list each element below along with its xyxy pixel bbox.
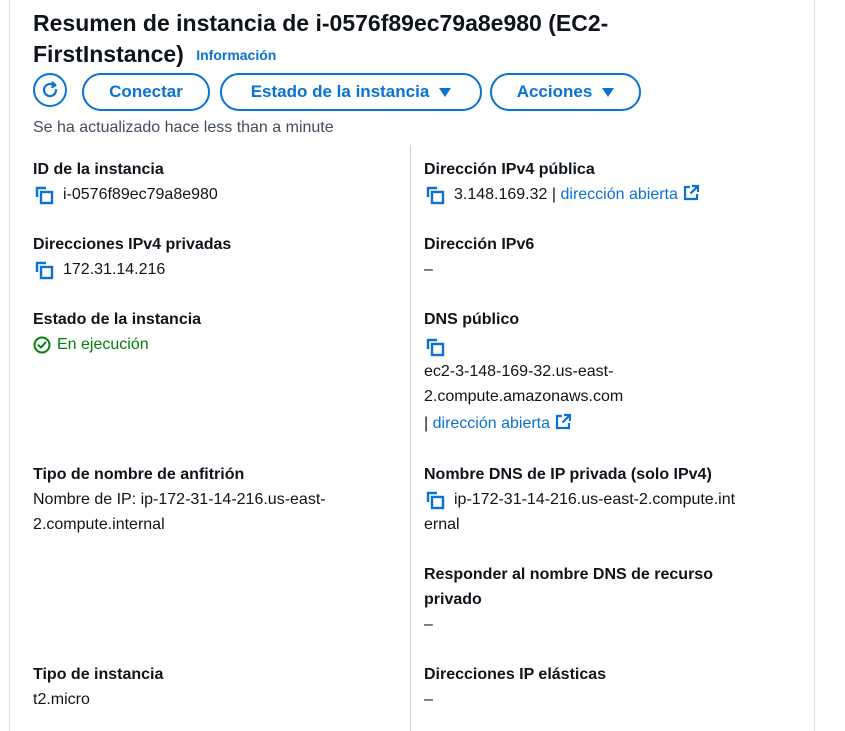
instance-state-field: Estado de la instancia En ejecución xyxy=(33,307,201,357)
private-ipv4-value: 172.31.14.216 xyxy=(63,261,166,278)
resource-dns-label-line1: Responder al nombre DNS de recurso xyxy=(424,566,713,583)
instance-id-label: ID de la instancia xyxy=(33,161,164,178)
elastic-ip-value: – xyxy=(424,691,433,708)
hostname-type-value-line2: 2.compute.internal xyxy=(33,516,165,533)
private-dns-field: Nombre DNS de IP privada (solo IPv4) ip-… xyxy=(424,462,735,537)
copy-icon[interactable] xyxy=(424,184,446,206)
hostname-type-label: Tipo de nombre de anfitrión xyxy=(33,466,245,483)
instance-state-label: Estado de la instancia xyxy=(250,82,430,101)
private-dns-label: Nombre DNS de IP privada (solo IPv4) xyxy=(424,466,712,483)
hostname-type-field: Tipo de nombre de anfitrión Nombre de IP… xyxy=(33,462,326,537)
external-link-icon[interactable] xyxy=(682,184,700,202)
public-dns-field: DNS público ec2-3-148-169-32.us-east- 2.… xyxy=(424,307,623,436)
instance-type-field: Tipo de instancia t2.micro xyxy=(33,662,163,712)
instance-type-value: t2.micro xyxy=(33,691,90,708)
page-title: Resumen de instancia de i-0576f89ec79a8e… xyxy=(33,8,673,71)
copy-icon[interactable] xyxy=(424,336,446,358)
copy-icon[interactable] xyxy=(33,184,55,206)
elastic-ip-field: Direcciones IP elásticas – xyxy=(424,662,606,712)
external-link-icon[interactable] xyxy=(554,413,572,431)
public-dns-label: DNS público xyxy=(424,311,520,328)
separator: | xyxy=(424,415,429,432)
private-ipv4-label: Direcciones IPv4 privadas xyxy=(33,236,232,253)
copy-icon[interactable] xyxy=(33,259,55,281)
public-ipv4-field: Dirección IPv4 pública 3.148.169.32 | di… xyxy=(424,157,700,207)
open-address-link[interactable]: dirección abierta xyxy=(560,186,677,203)
refresh-icon xyxy=(42,81,58,98)
open-address-link[interactable]: dirección abierta xyxy=(433,415,550,432)
connect-button[interactable]: Conectar xyxy=(82,73,210,111)
refresh-button[interactable] xyxy=(33,73,67,107)
actions-dropdown[interactable]: Acciones xyxy=(490,73,641,111)
private-ipv4-field: Direcciones IPv4 privadas 172.31.14.216 xyxy=(33,232,231,282)
instance-id-value: i-0576f89ec79a8e980 xyxy=(63,186,218,203)
page-title-text: Resumen de instancia de i-0576f89ec79a8e… xyxy=(33,10,609,67)
caret-down-icon xyxy=(439,87,452,97)
ipv6-value: – xyxy=(424,261,433,278)
public-dns-value-line2: 2.compute.amazonaws.com xyxy=(424,388,624,405)
public-dns-value-line1: ec2-3-148-169-32.us-east- xyxy=(424,363,614,380)
instance-id-field: ID de la instancia i-0576f89ec79a8e980 xyxy=(33,157,218,207)
separator: | xyxy=(551,186,557,203)
instance-state-dropdown[interactable]: Estado de la instancia xyxy=(220,73,482,111)
instance-state-field-label: Estado de la instancia xyxy=(33,311,202,328)
ipv6-field: Dirección IPv6 – xyxy=(424,232,534,282)
caret-down-icon xyxy=(602,87,615,97)
last-updated-text: Se ha actualizado hace less than a minut… xyxy=(33,119,334,136)
actions-label: Acciones xyxy=(516,82,593,101)
resource-dns-label-line2: privado xyxy=(424,591,482,608)
instance-type-label: Tipo de instancia xyxy=(33,666,164,683)
elastic-ip-label: Direcciones IP elásticas xyxy=(424,666,607,683)
hostname-type-value-line1: Nombre de IP: ip-172-31-14-216.us-east- xyxy=(33,491,326,508)
ipv6-label: Dirección IPv6 xyxy=(424,236,535,253)
column-divider xyxy=(410,145,411,731)
status-badge: En ejecución xyxy=(33,332,201,357)
connect-label: Conectar xyxy=(109,82,183,101)
instance-state-value: En ejecución xyxy=(57,336,149,353)
left-border xyxy=(9,0,10,731)
public-ipv4-value: 3.148.169.32 xyxy=(454,186,548,203)
check-circle-icon xyxy=(33,336,51,353)
public-ipv4-label: Dirección IPv4 pública xyxy=(424,161,595,178)
resource-dns-field: Responder al nombre DNS de recurso priva… xyxy=(424,562,713,637)
private-dns-value-line1: ip-172-31-14-216.us-east-2.compute.int xyxy=(454,491,736,508)
resource-dns-value: – xyxy=(424,616,433,633)
right-border xyxy=(814,0,815,731)
copy-icon[interactable] xyxy=(424,489,446,511)
private-dns-value-line2: ernal xyxy=(424,516,460,533)
info-link[interactable]: Información xyxy=(196,47,276,63)
